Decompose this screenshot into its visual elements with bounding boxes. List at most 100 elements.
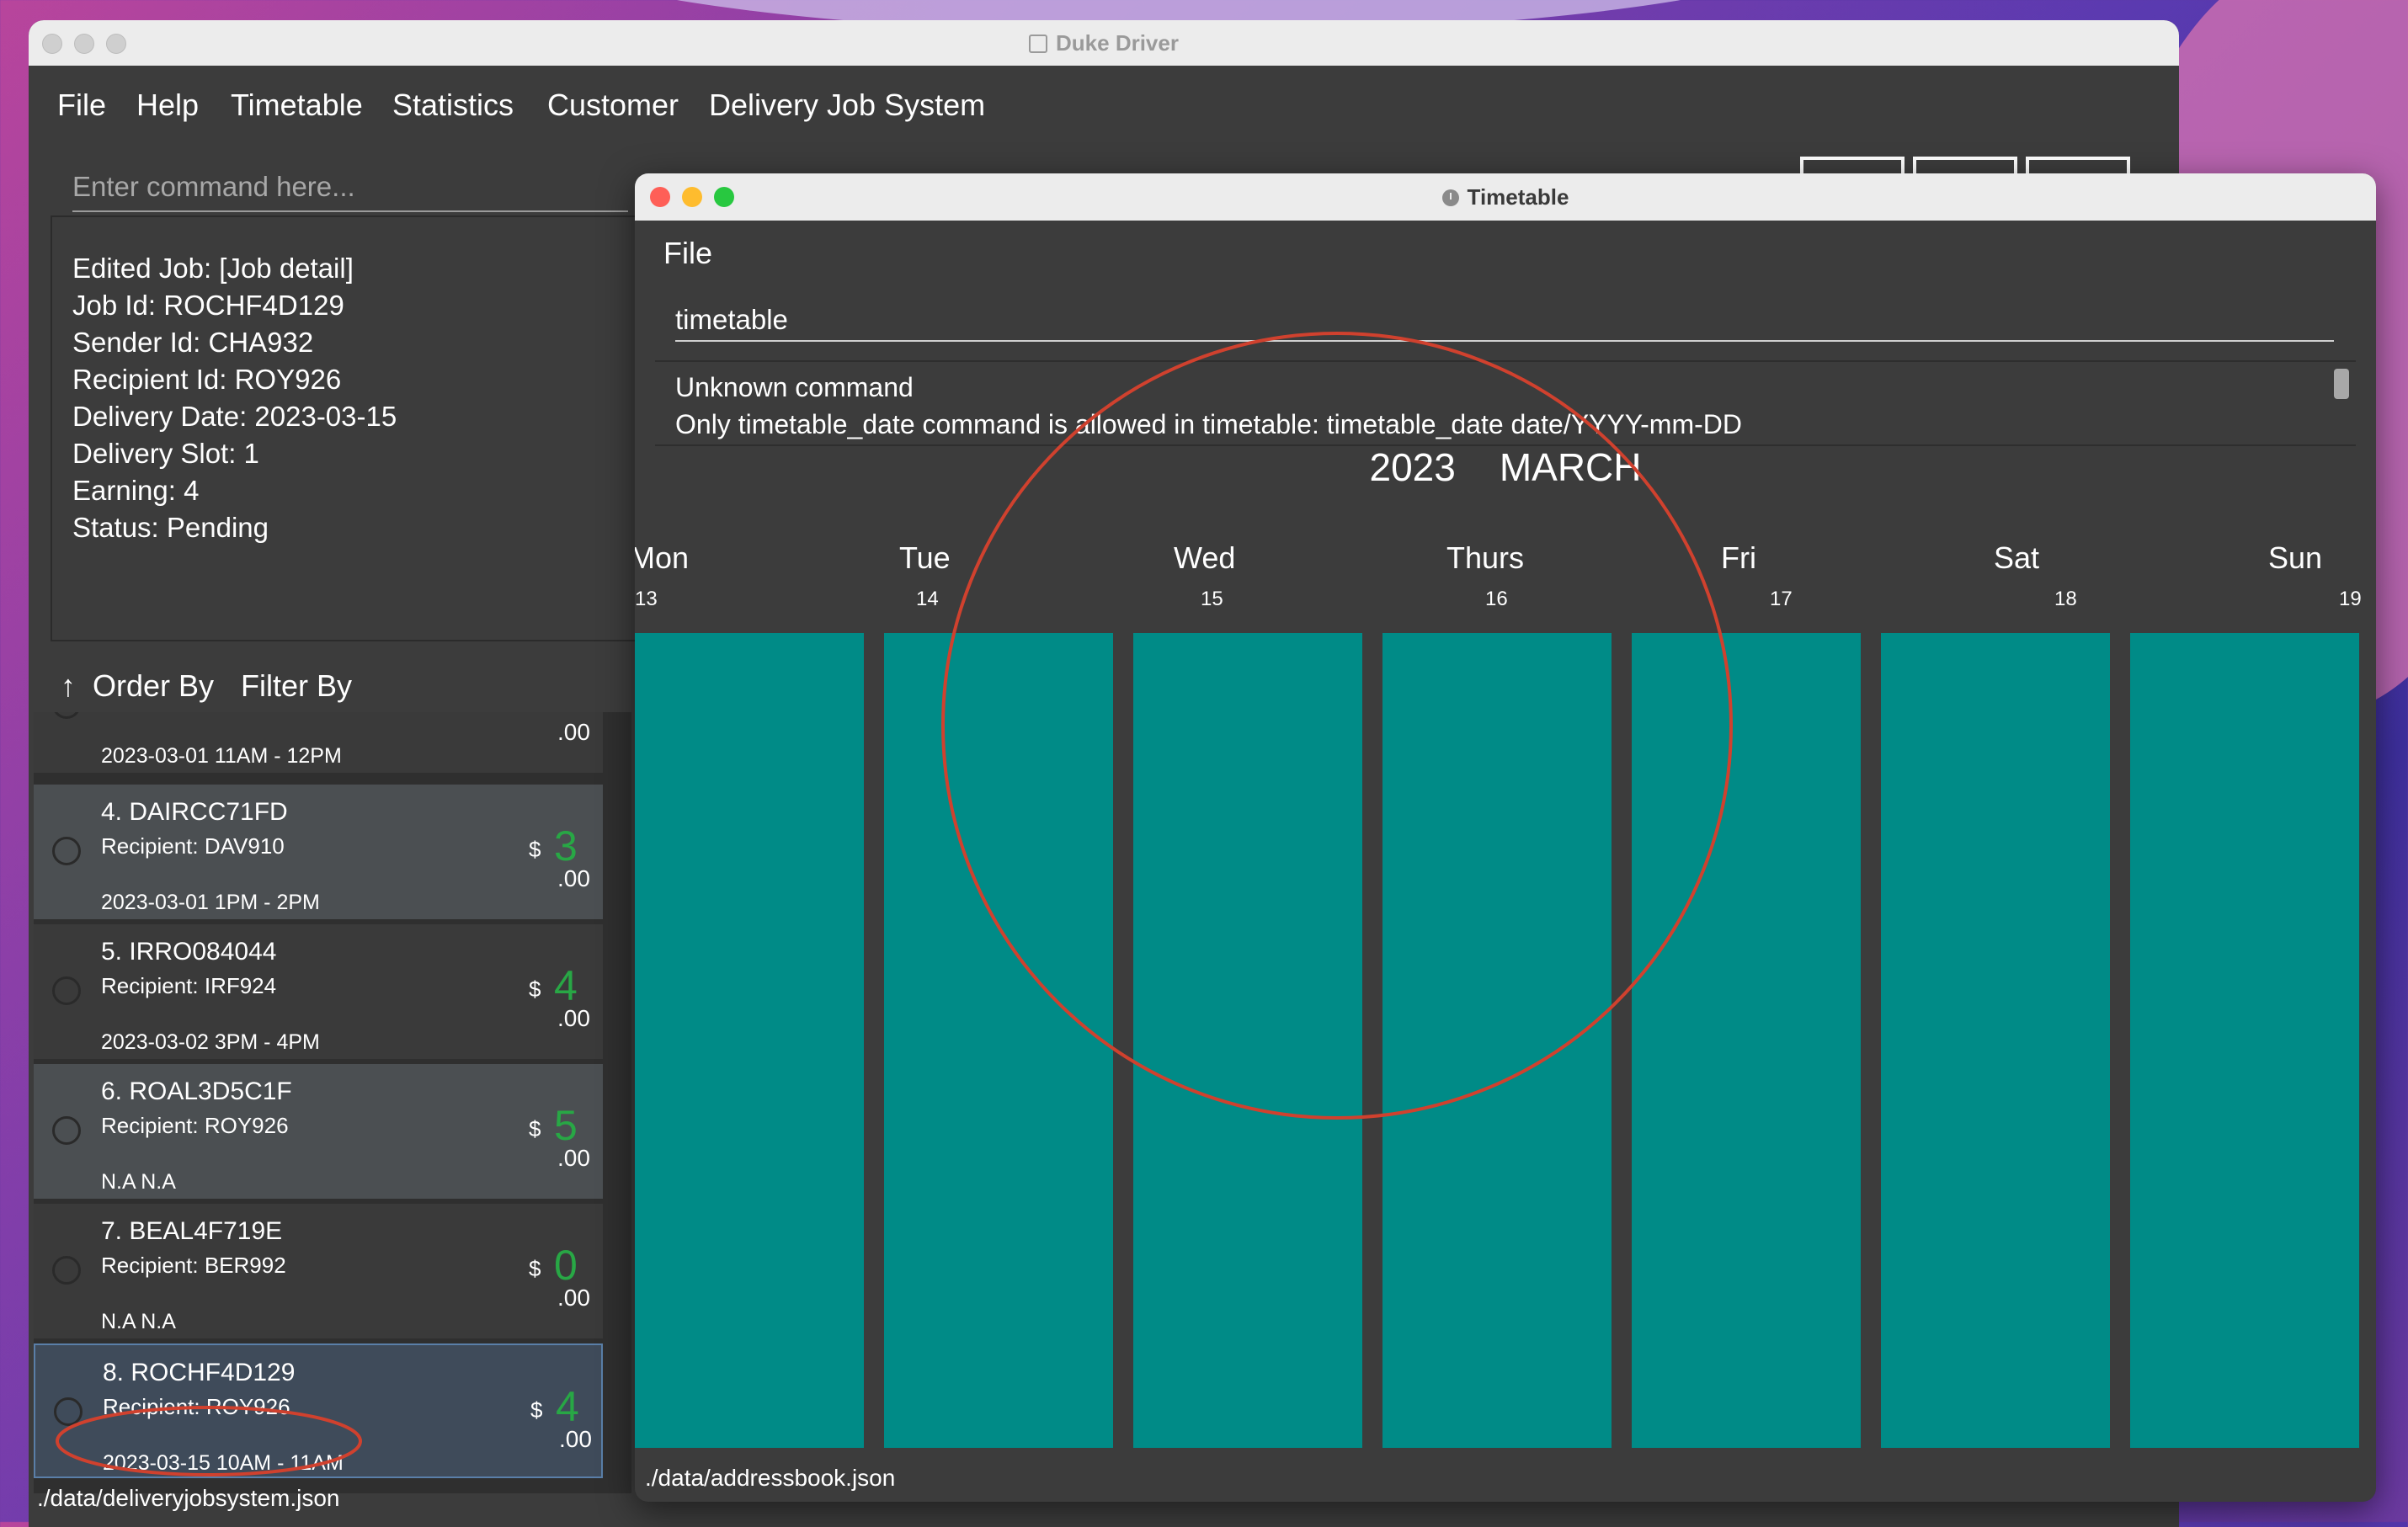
day-column[interactable] (1133, 633, 1362, 1448)
day-name: Wed (1174, 540, 1236, 575)
result-line: Delivery Slot: 1 (72, 438, 259, 469)
sort-arrow-icon[interactable]: ↑ (61, 668, 76, 704)
menu-timetable[interactable]: Timetable (231, 88, 363, 123)
dollar-sign: $ (529, 1116, 541, 1141)
menu-bar: File Help Timetable Statistics Customer … (29, 66, 2179, 141)
job-list[interactable]: .00 2023-03-01 11AM - 12PM 4. DAIRCC71FD… (34, 712, 631, 1493)
day-column[interactable] (635, 633, 864, 1448)
result-line: Only timetable_date command is allowed i… (675, 409, 1742, 439)
window-title-text: Timetable (1467, 184, 1569, 210)
menu-help[interactable]: Help (136, 88, 199, 123)
command-box (51, 141, 648, 226)
year-label: 2023 (1369, 445, 1456, 489)
day-column[interactable] (884, 633, 1113, 1448)
result-line: Recipient Id: ROY926 (72, 364, 342, 395)
day-column[interactable] (2130, 633, 2359, 1448)
job-radio[interactable] (52, 712, 81, 719)
menu-statistics[interactable]: Statistics (392, 88, 514, 123)
earning-cents: .00 (559, 1426, 592, 1452)
list-item[interactable]: 5. IRRO084044 Recipient: IRF924 2023-03-… (34, 924, 603, 1059)
job-title: 5. IRRO084044 (101, 938, 277, 966)
command-input[interactable] (675, 300, 2334, 342)
result-display[interactable]: Edited Job: [Job detail] Job Id: ROCHF4D… (51, 215, 657, 641)
day-name: Fri (1721, 540, 1756, 575)
day-column[interactable] (1632, 633, 1861, 1448)
day-column[interactable] (1382, 633, 1612, 1448)
day-name: Sat (1994, 540, 2040, 575)
job-recipient: Recipient: IRF924 (101, 973, 277, 998)
result-line: Sender Id: CHA932 (72, 327, 314, 358)
day-date: 14 (916, 588, 939, 610)
list-item[interactable]: .00 2023-03-01 11AM - 12PM (34, 712, 603, 773)
earning-cents: .00 (557, 1005, 590, 1031)
list-item[interactable]: 6. ROAL3D5C1F Recipient: ROY926 N.A N.A … (34, 1064, 603, 1199)
job-recipient: Recipient: ROY926 (103, 1394, 290, 1419)
earning-cents: .00 (557, 1285, 590, 1311)
day-column[interactable] (1881, 633, 2110, 1448)
menu-file[interactable]: File (663, 236, 712, 271)
job-radio[interactable] (54, 1397, 83, 1426)
timetable-window: Timetable File Unknown command Only time… (635, 173, 2376, 1502)
timetable-titlebar[interactable]: Timetable (635, 173, 2376, 221)
result-display[interactable]: Unknown command Only timetable_date comm… (655, 360, 2356, 446)
result-scrollbar[interactable] (2334, 369, 2349, 399)
earning-cents: .00 (557, 865, 590, 891)
command-box (655, 279, 2356, 360)
result-line: Delivery Date: 2023-03-15 (72, 401, 397, 432)
job-slot: 2023-03-15 10AM - 11AM (103, 1451, 344, 1475)
result-line: Job Id: ROCHF4D129 (72, 290, 344, 321)
command-input[interactable] (72, 167, 628, 212)
month-label: MARCH (1499, 445, 1642, 489)
dollar-sign: $ (529, 1256, 541, 1281)
result-line: Edited Job: [Job detail] (72, 253, 354, 284)
day-date: 17 (1770, 588, 1793, 610)
dollar-sign: $ (529, 837, 541, 862)
day-date: 15 (1201, 588, 1223, 610)
list-item[interactable]: 7. BEAL4F719E Recipient: BER992 N.A N.A … (34, 1204, 603, 1338)
job-title: 6. ROAL3D5C1F (101, 1077, 292, 1105)
result-line: Status: Pending (72, 512, 269, 543)
dollar-sign: $ (530, 1397, 543, 1423)
window-title: Duke Driver (29, 20, 2179, 66)
window-title-text: Duke Driver (1056, 30, 1179, 56)
app-icon (1029, 35, 1048, 53)
job-title: 4. DAIRCC71FD (101, 798, 288, 826)
earning-value: 4 (554, 962, 578, 1009)
order-by-button[interactable]: Order By (93, 668, 214, 719)
earning-value: 4 (556, 1383, 579, 1430)
job-slot: 2023-03-01 11AM - 12PM (101, 744, 342, 768)
job-radio[interactable] (52, 837, 81, 865)
menu-bar: File (635, 221, 2376, 279)
job-recipient: Recipient: ROY926 (101, 1113, 289, 1138)
earning-value: 5 (554, 1102, 578, 1149)
job-radio[interactable] (52, 1256, 81, 1285)
job-slot: N.A N.A (101, 1310, 176, 1333)
result-line: Earning: 4 (72, 475, 200, 506)
day-date: 19 (2339, 588, 2362, 610)
day-name: Thurs (1446, 540, 1525, 575)
list-item-selected[interactable]: 8. ROCHF4D129 Recipient: ROY926 2023-03-… (34, 1343, 603, 1478)
clock-icon (1441, 189, 1459, 206)
job-recipient: Recipient: DAV910 (101, 833, 285, 859)
status-bar-path: ./data/addressbook.json (645, 1465, 896, 1491)
menu-customer[interactable]: Customer (547, 88, 679, 123)
menu-file[interactable]: File (57, 88, 106, 123)
timetable-heading: 2023 MARCH (635, 444, 2376, 490)
window-title: Timetable (635, 173, 2376, 221)
filter-by-button[interactable]: Filter By (241, 668, 352, 719)
earning-value: 0 (554, 1242, 578, 1289)
day-date: 18 (2054, 588, 2077, 610)
day-name: Sun (2268, 540, 2323, 575)
job-recipient: Recipient: BER992 (101, 1253, 286, 1278)
main-titlebar[interactable]: Duke Driver (29, 20, 2179, 67)
day-name: Mon (635, 540, 690, 575)
list-item[interactable]: 4. DAIRCC71FD Recipient: DAV910 2023-03-… (34, 785, 603, 919)
job-radio[interactable] (52, 976, 81, 1005)
job-slot: N.A N.A (101, 1170, 176, 1194)
status-bar-path: ./data/deliveryjobsystem.json (37, 1485, 340, 1511)
job-radio[interactable] (52, 1116, 81, 1145)
earning-value: 3 (554, 822, 578, 870)
earning-cents: .00 (557, 719, 590, 745)
day-date: 13 (635, 588, 658, 610)
menu-delivery-job-system[interactable]: Delivery Job System (709, 88, 985, 123)
